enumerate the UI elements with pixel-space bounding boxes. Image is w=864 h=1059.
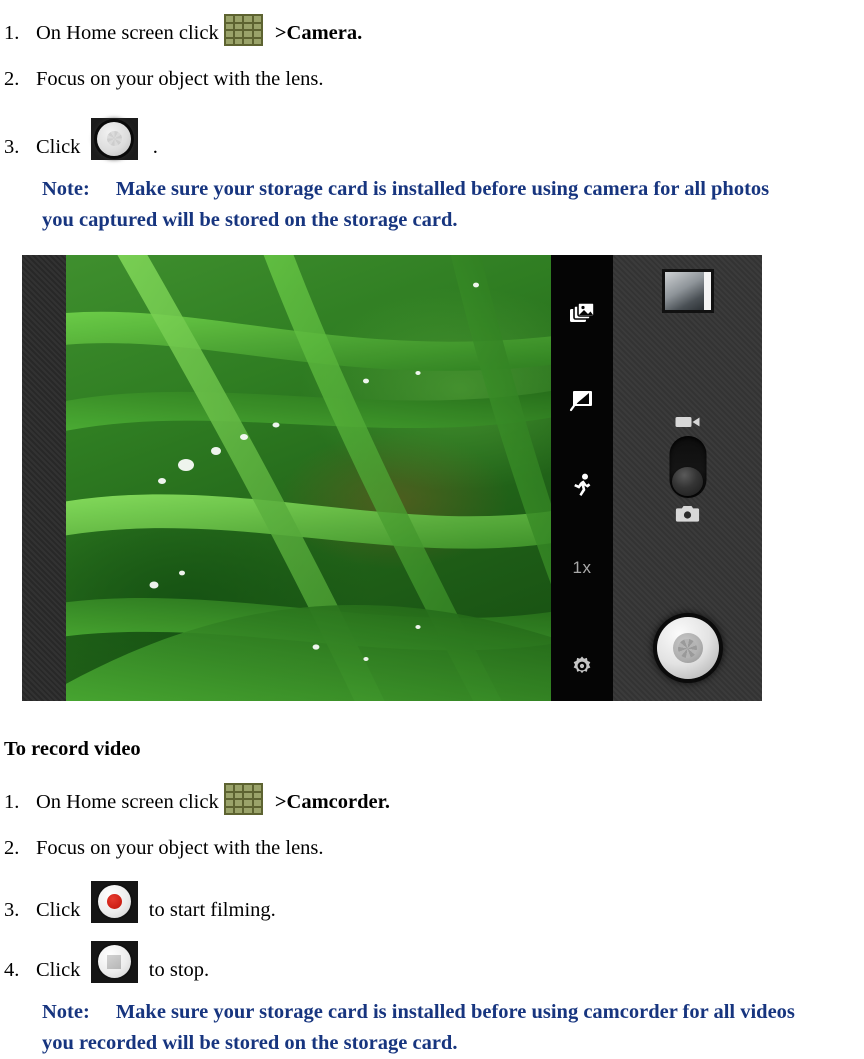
video-section: To record video 1. On Home screen click … bbox=[0, 738, 864, 1059]
step-item: 3. Click . bbox=[0, 117, 864, 160]
camera-shutter-icon[interactable] bbox=[90, 117, 138, 160]
shutter-button[interactable] bbox=[656, 617, 719, 679]
step-text: On Home screen click bbox=[36, 22, 224, 45]
step-text: Click bbox=[36, 899, 91, 921]
camera-icon[interactable] bbox=[675, 505, 700, 523]
camera-app-screenshot: 1x bbox=[22, 255, 762, 701]
video-note: Note: Make sure your storage card is inst… bbox=[0, 997, 864, 1059]
step-item: 2. Focus on your object with the lens. bbox=[0, 837, 864, 861]
step-text: to stop. bbox=[143, 959, 210, 981]
record-disc bbox=[97, 885, 131, 919]
thumbnail-filmstrip-edge bbox=[703, 272, 711, 310]
scene-mode-running-icon[interactable] bbox=[551, 457, 613, 515]
step-text: Focus on your object with the lens. bbox=[36, 837, 324, 859]
note-line-2: you recorded will be stored on the stora… bbox=[42, 1031, 458, 1054]
mode-toggle-track[interactable] bbox=[669, 436, 706, 498]
step-text: Click bbox=[36, 959, 91, 981]
last-photo-thumbnail[interactable] bbox=[661, 269, 714, 313]
camera-settings-strip: 1x bbox=[551, 255, 613, 701]
step-number: 1. bbox=[4, 791, 20, 814]
step-text: Click bbox=[36, 136, 91, 158]
step-item: 3. Click to start filming. bbox=[0, 880, 864, 923]
camcorder-icon[interactable] bbox=[675, 415, 701, 429]
zoom-level-text: 1x bbox=[572, 558, 592, 577]
stop-square-icon bbox=[107, 954, 122, 969]
step-number: 3. bbox=[4, 136, 20, 158]
step-item: 1. On Home screen click >Camcorder. bbox=[0, 783, 864, 815]
step-item: 1. On Home screen click >Camera. bbox=[0, 14, 864, 46]
step-text: Focus on your object with the lens. bbox=[36, 68, 324, 90]
shutter-inner-ring bbox=[672, 633, 703, 663]
step-number: 4. bbox=[4, 959, 20, 981]
note-line-2: you captured will be stored on the stora… bbox=[42, 208, 458, 231]
step-text-bold: >Camera. bbox=[274, 22, 363, 45]
step-text-bold: >Camcorder. bbox=[274, 791, 390, 814]
thumbnail-image bbox=[664, 272, 704, 310]
aperture-blades-icon bbox=[678, 638, 697, 658]
shutter-ring bbox=[97, 121, 132, 156]
stop-disc bbox=[97, 945, 131, 979]
app-drawer-grid-icon[interactable] bbox=[223, 14, 263, 46]
step-number: 3. bbox=[4, 899, 20, 921]
mode-toggle-knob[interactable] bbox=[672, 467, 703, 496]
photo-steps-list: 1. On Home screen click >Camera. 2. Focu… bbox=[0, 14, 864, 236]
zoom-level-label[interactable]: 1x bbox=[551, 539, 613, 597]
record-red-dot-icon bbox=[106, 894, 122, 910]
note-line-1: Make sure your storage card is installed… bbox=[115, 1000, 795, 1023]
photo-note: Note: Make sure your storage card is inst… bbox=[0, 174, 864, 236]
manual-page: 1. On Home screen click >Camera. 2. Focu… bbox=[0, 0, 864, 1059]
section-heading: To record video bbox=[4, 738, 141, 760]
viewfinder-preview[interactable]: 1x bbox=[66, 255, 613, 701]
step-number: 1. bbox=[4, 22, 20, 45]
device-bezel-left bbox=[22, 255, 66, 701]
step-number: 2. bbox=[4, 837, 20, 859]
app-drawer-grid-icon[interactable] bbox=[223, 783, 263, 815]
step-text: . bbox=[147, 136, 158, 158]
camera-control-panel bbox=[613, 255, 762, 701]
stop-button-icon[interactable] bbox=[90, 940, 138, 983]
step-number: 2. bbox=[4, 68, 20, 90]
step-item: 4. Click to stop. bbox=[0, 940, 864, 983]
step-item: 2. Focus on your object with the lens. bbox=[0, 68, 864, 92]
settings-gear-icon[interactable] bbox=[551, 637, 613, 695]
note-label: Note: bbox=[42, 1000, 90, 1023]
camera-camcorder-mode-toggle[interactable] bbox=[669, 415, 706, 523]
grass-photo bbox=[66, 255, 613, 701]
step-text: to start filming. bbox=[143, 899, 276, 921]
step-text: On Home screen click bbox=[36, 791, 224, 814]
note-label: Note: bbox=[42, 177, 90, 200]
gallery-stack-icon[interactable] bbox=[551, 285, 613, 343]
aperture-blades-icon bbox=[106, 131, 122, 147]
note-line-1: Make sure your storage card is installed… bbox=[115, 177, 770, 200]
record-button-icon[interactable] bbox=[90, 880, 138, 923]
picture-effects-icon[interactable] bbox=[551, 371, 613, 429]
